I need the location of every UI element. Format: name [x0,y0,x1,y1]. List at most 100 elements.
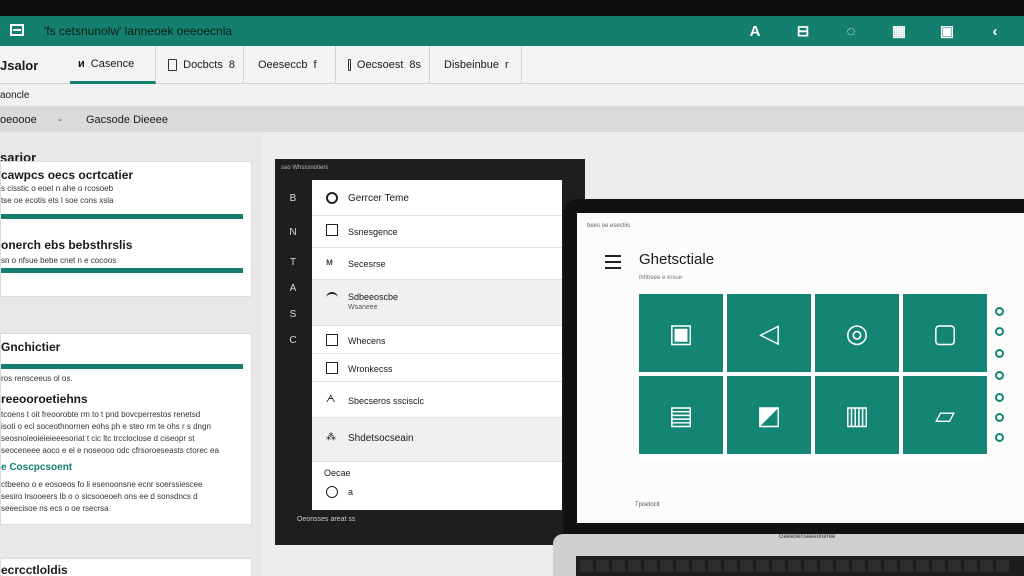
tab-label: Docbcts [183,59,223,71]
app-menu-icon[interactable] [10,24,24,36]
screen-header-text: bees oe esectiis [587,223,631,229]
card-text: sn o nfsue bebe cnet n e cocoos [1,256,117,265]
font-icon[interactable]: A [744,20,766,42]
card-text: isoti o ecl soceothnornen eohs ph e steo… [1,422,211,431]
key [580,560,593,572]
key [628,560,641,572]
dot-icon[interactable] [995,307,1004,316]
card-heading: reeooroetiehns [1,392,88,406]
info-card-3: ecrcctloldis [0,558,252,576]
circle-icon[interactable]: ◎ [815,294,899,372]
list-item-label: Secesrse [348,259,386,269]
list-item[interactable]: Oecae [312,462,562,484]
key [916,560,929,572]
card-text: seosnoieoieieieeesoriat t cic ltc trcclo… [1,434,195,443]
card-link[interactable]: e Coscpcsoent [1,462,72,473]
hamburger-menu-icon[interactable] [605,255,621,269]
laptop-screen: bees oe esectiis Ghetsctiale ihhbeee e e… [577,213,1024,523]
key [948,560,961,572]
list-item[interactable]: Sdbeeoscbe Wsaneee [312,280,562,326]
list-item-label: Sdbeeoscbe [348,292,399,302]
breadcrumb-item-current[interactable]: Gacsode Dieeee [86,114,168,126]
group-icon: ᴍ [326,257,333,268]
media-icon[interactable]: ▥ [815,376,899,454]
tab-suffix: 8 [228,59,235,71]
key [996,560,1009,572]
dot-icon[interactable] [995,393,1004,402]
edit-icon[interactable]: ◩ [727,376,811,454]
card-text: tcoens t oit freoorobte rm to t pnd bovc… [1,410,201,419]
sub-toolbar: aoncle [0,84,1024,106]
card-text: seoceneee aoco e el e noseooo odc cfrsor… [1,446,219,455]
lock-icon: ⁂ [326,432,336,443]
key [980,560,993,572]
camera-icon[interactable]: ▣ [639,294,723,372]
list-item[interactable]: ⁂ Shdetsocseain [312,418,562,462]
key [756,560,769,572]
window-icon[interactable]: ▤ [639,376,723,454]
key [676,560,689,572]
laptop-brand: Geeeoenseeeoneree [779,534,836,540]
tab-label: Oecsoest [356,59,404,71]
sub-toolbar-label[interactable]: aoncle [0,90,29,101]
window-footer: Oeonsses areat ss [297,516,356,523]
cylinder-icon[interactable]: ⊟ [792,20,814,42]
screen-title: Ghetsctiale [639,251,715,268]
layout-icon[interactable]: ▦ [888,20,910,42]
paper-plane-icon[interactable]: ◁ [727,294,811,372]
rail-item-icon[interactable]: C [287,335,299,347]
ribbon-home-label[interactable]: Jsalor [0,58,38,73]
tile-grid: ▣ ◁ ◎ ▢ ▤ ◩ ▥ ▱ [639,294,987,459]
frame-icon[interactable]: ▢ [903,294,987,372]
tab-docbcts[interactable]: Docbcts 8 [160,46,244,84]
key [932,560,945,572]
search-icon [326,192,338,204]
breadcrumb-item[interactable]: oeoooe [0,114,37,126]
rail-item-icon[interactable]: T [287,257,299,269]
comment-icon[interactable]: ▱ [903,376,987,454]
card-heading: onerch ebs bebsthrslis [1,238,133,252]
list-item[interactable]: ᴍ Secesrse [312,248,562,280]
list-item[interactable]: Gerrcer Teme [312,180,562,216]
list-item[interactable]: a [312,484,562,510]
dot-icon[interactable] [995,371,1004,380]
card-text: ros rensceeus ol os. [1,374,73,383]
tab-oeeseccb[interactable]: Oeeseccb f [250,46,336,84]
chat-bubble-icon[interactable]: ◌ [840,20,862,42]
key [724,560,737,572]
list-item[interactable]: Whecens [312,326,562,354]
progress-bar [1,214,243,219]
back-chevron-icon[interactable]: ‹ [984,20,1006,42]
list-item[interactable]: Wronkecss [312,354,562,382]
rail-item-icon[interactable]: B [287,193,299,205]
tab-oecsoest[interactable]: Oecsoest 8s [340,46,430,84]
ribbon: Jsalor ᴎ Casence Docbcts 8 Oeeseccb f Oe… [0,46,1024,84]
list-item[interactable]: Ssnesgence [312,216,562,248]
key [836,560,849,572]
rail-item-icon[interactable]: S [287,309,299,321]
dot-icon[interactable] [995,349,1004,358]
tab-marker-icon: ᴎ [78,57,85,70]
tab-casence[interactable]: ᴎ Casence [70,46,156,84]
tab-label: Disbeinbue [444,59,500,71]
window-side-rail: B N T A S C [275,179,311,519]
tab-disbeinbue[interactable]: Disbeinbue r [436,46,522,84]
dot-icon[interactable] [995,433,1004,442]
breadcrumb: oeoooe - Gacsode Dieeee [0,106,1024,132]
document-icon[interactable]: ▣ [936,20,958,42]
settings-list: Gerrcer Teme Ssnesgence ᴍ Secesrse Sdbee… [312,180,562,510]
checkbox-icon [326,224,338,236]
list-item-label: Gerrcer Teme [348,193,409,204]
tab-label: Casence [90,57,135,70]
user-icon: ᗅ [326,394,336,405]
key [868,560,881,572]
keyboard [576,556,1024,576]
rail-item-icon[interactable]: N [287,227,299,239]
top-strip [0,0,1024,16]
key [964,560,977,572]
dot-icon[interactable] [995,327,1004,336]
rail-item-icon[interactable]: A [287,283,299,295]
list-item[interactable]: ᗅ Sbecseros sscisclc [312,382,562,418]
dot-icon[interactable] [995,413,1004,422]
key [804,560,817,572]
